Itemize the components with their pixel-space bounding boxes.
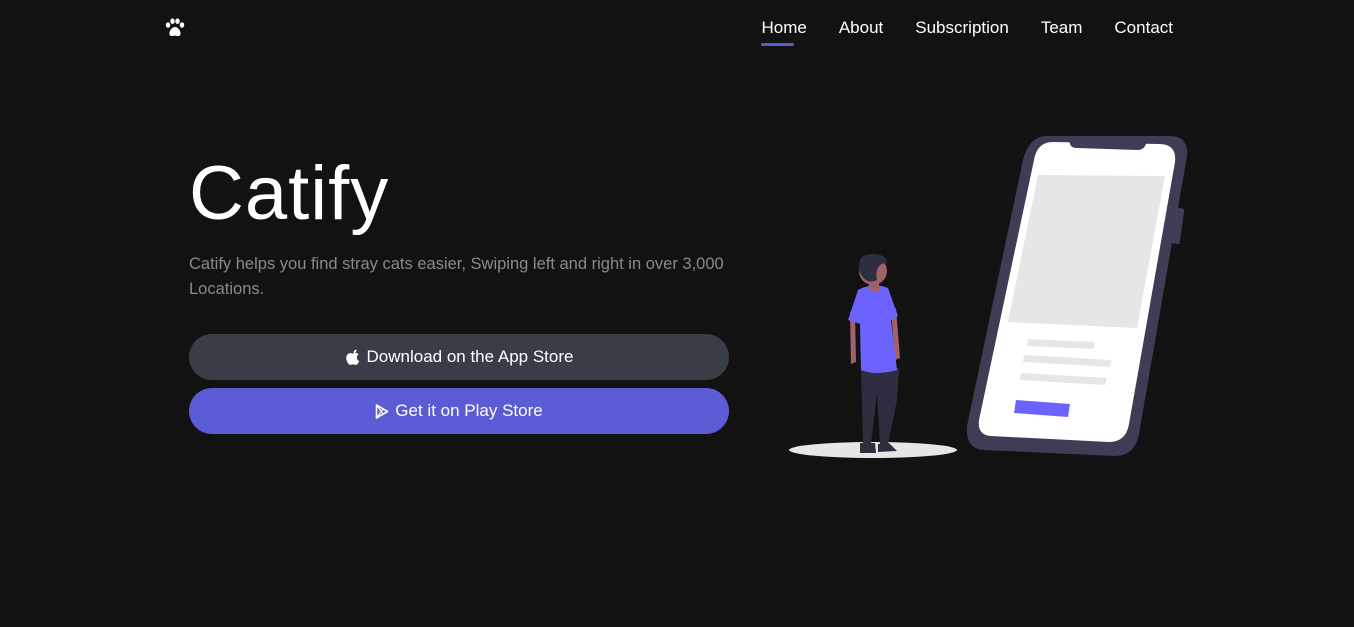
paw-icon[interactable] [164,18,186,38]
play-store-icon [375,403,389,419]
app-store-button[interactable]: Download on the App Store [189,334,729,380]
hero-illustration [789,136,1188,458]
nav-link-contact[interactable]: Contact [1114,18,1173,46]
hero-description: Catify helps you find stray cats easier,… [189,255,724,298]
hero-title: Catify [189,151,390,236]
nav-link-about[interactable]: About [839,18,883,46]
nav-link-team[interactable]: Team [1041,18,1083,46]
nav-links: Home About Subscription Team Contact [761,18,1173,38]
navbar: Home About Subscription Team Contact [0,0,1354,60]
play-store-button-label: Get it on Play Store [395,401,543,420]
app-store-button-label: Download on the App Store [366,347,574,366]
nav-link-home[interactable]: Home [761,18,806,46]
person-figure [848,254,900,453]
hero-section: Catify Catify helps you find stray cats … [189,150,734,302]
nav-link-subscription[interactable]: Subscription [915,18,1009,46]
apple-icon [345,349,359,365]
play-store-button[interactable]: Get it on Play Store [189,388,729,434]
